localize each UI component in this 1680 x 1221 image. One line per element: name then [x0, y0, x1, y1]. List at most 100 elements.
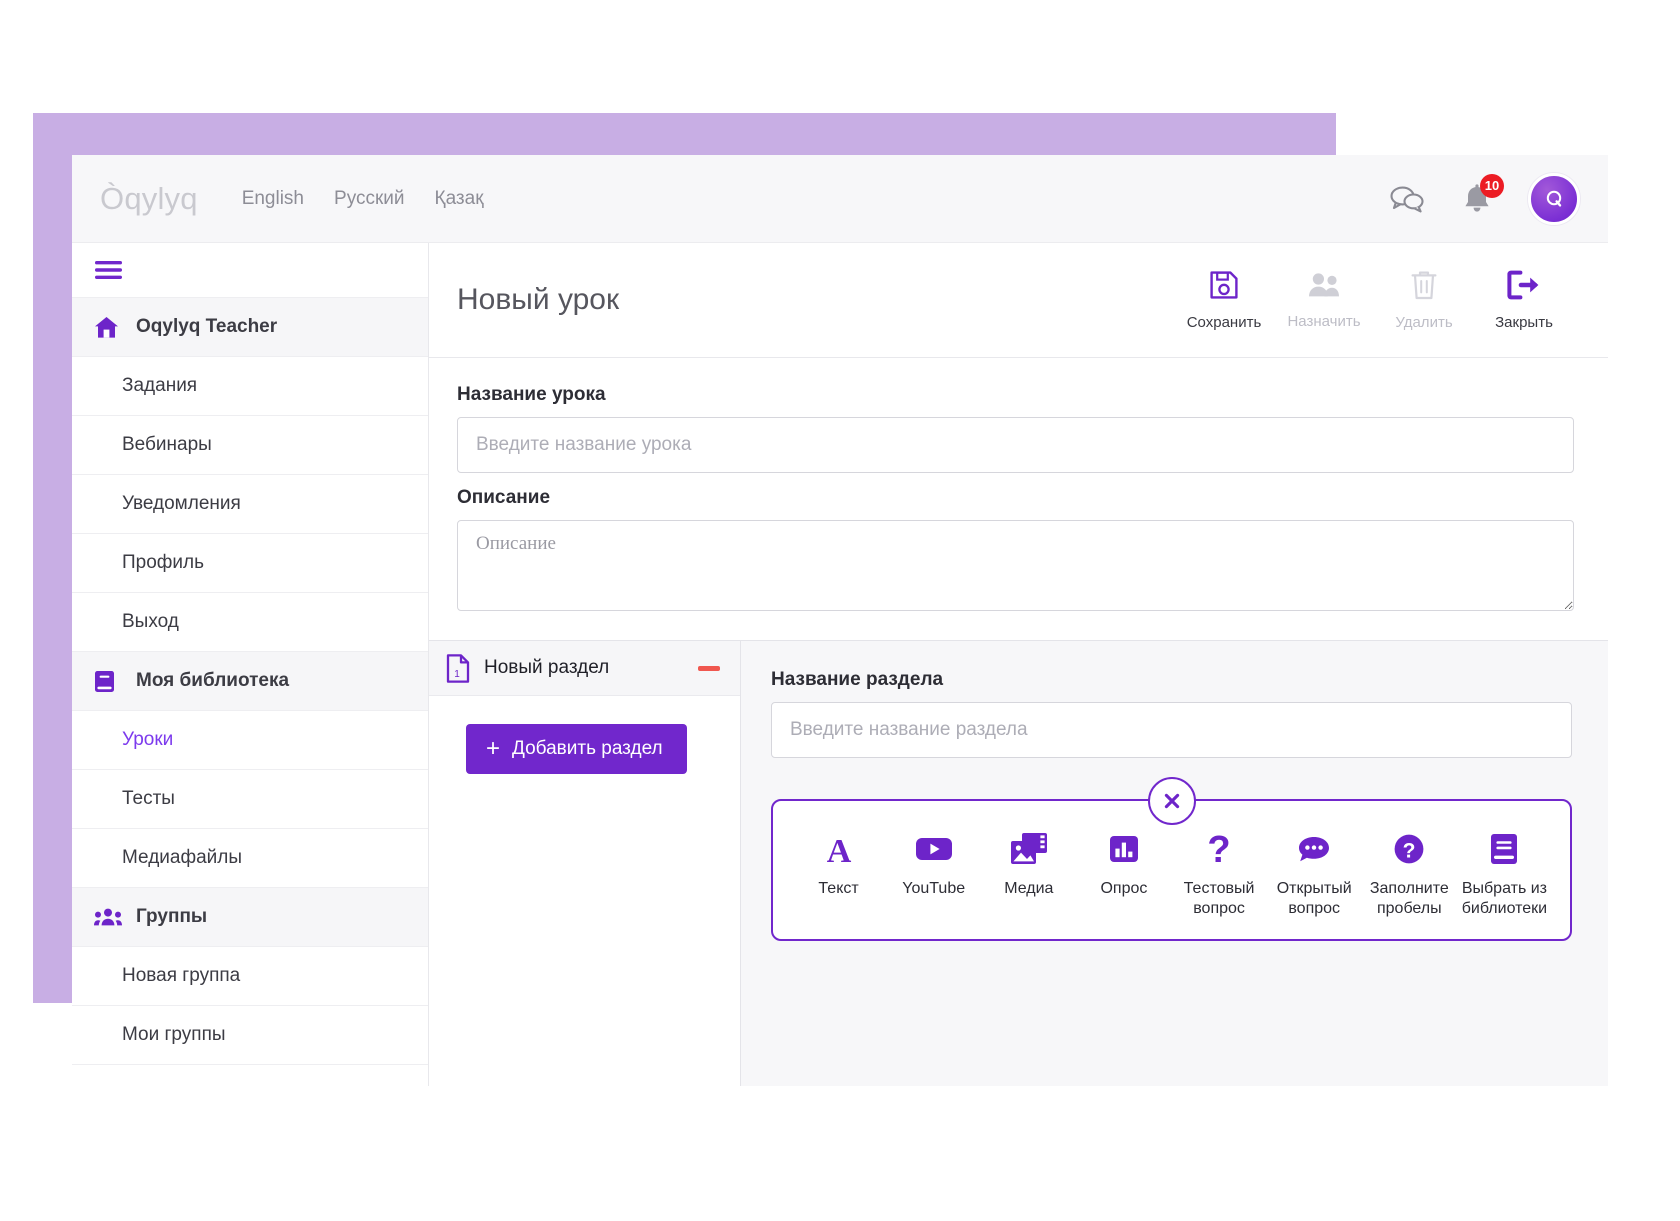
svg-text:1: 1 [454, 669, 460, 680]
add-section-button[interactable]: + Добавить раздел [466, 724, 687, 774]
sidebar-item-label: Уведомления [122, 493, 241, 514]
chat-bubbles-icon[interactable] [1384, 176, 1430, 222]
block-type-from-library[interactable]: Выбрать из библиотеки [1457, 829, 1552, 919]
brand-logo[interactable]: Òqylyq [100, 181, 198, 217]
top-navbar: Òqylyq English Русский Қазақ 10 [72, 155, 1608, 243]
sidebar-item-label: Вебинары [122, 434, 212, 455]
sidebar-item-label: Тесты [122, 788, 175, 809]
sidebar-item-uroki[interactable]: Уроки [72, 711, 428, 770]
sidebar-item-zadaniya[interactable]: Задания [72, 357, 428, 416]
sidebar-item-label: Моя библиотека [136, 670, 290, 691]
sidebar-item-gruppy[interactable]: Группы [72, 888, 428, 947]
screenshot-root: Òqylyq English Русский Қазақ 10 Oqylyq T… [0, 0, 1680, 1221]
question-mark-icon: ? [1205, 829, 1233, 869]
page-title: Новый урок [457, 283, 620, 316]
delete-button-label: Удалить [1395, 313, 1453, 331]
sidebar-item-moi-gruppy[interactable]: Мои группы [72, 1006, 428, 1065]
lesson-form: Название урока Описание [429, 358, 1608, 640]
close-button[interactable]: Закрыть [1474, 270, 1574, 331]
sidebar-item-moya-biblioteka[interactable]: Моя библиотека [72, 652, 428, 711]
sidebar-item-label: Задания [122, 375, 198, 396]
speech-bubble-dots-icon [1297, 829, 1331, 869]
lesson-title-label: Название урока [457, 384, 606, 405]
block-type-label: Опрос [1100, 880, 1148, 897]
block-type-poll[interactable]: Опрос [1076, 829, 1171, 919]
group-icon [94, 907, 124, 927]
sidebar-item-novaya-gruppa[interactable]: Новая группа [72, 947, 428, 1006]
form-gap [457, 473, 1574, 487]
section-editor: Название раздела Введите название раздел… [741, 641, 1608, 1086]
bell-icon[interactable]: 10 [1454, 173, 1504, 222]
section-list-item[interactable]: 1 Новый раздел [429, 641, 740, 696]
add-section-wrap: + Добавить раздел [429, 696, 740, 774]
sidebar-item-testy[interactable]: Тесты [72, 770, 428, 829]
sidebar-item-uvedomleniya[interactable]: Уведомления [72, 475, 428, 534]
assign-people-icon [1307, 271, 1341, 304]
close-button-label: Закрыть [1495, 313, 1553, 331]
sections-list: 1 Новый раздел + Добавить раздел [429, 641, 741, 1086]
delete-button[interactable]: Удалить [1374, 270, 1474, 331]
sidebar-item-vyhod[interactable]: Выход [72, 593, 428, 652]
block-type-label: Медиа [1004, 880, 1054, 897]
block-type-open-question[interactable]: Открытый вопрос [1267, 829, 1362, 919]
app-window: Òqylyq English Русский Қазақ 10 Oqylyq T… [72, 155, 1608, 1086]
app-body: Oqylyq Teacher Задания Вебинары Уведомле… [72, 243, 1608, 1086]
sidebar-item-label: Медиафайлы [122, 847, 243, 868]
exit-icon [1507, 270, 1541, 305]
section-name-input[interactable] [771, 702, 1572, 758]
document-1-icon: 1 [446, 653, 470, 683]
sidebar-item-mediafayly[interactable]: Медиафайлы [72, 829, 428, 888]
lesson-title-input[interactable] [457, 417, 1574, 473]
sidebar-item-label: Уроки [122, 729, 174, 750]
minus-icon[interactable] [698, 665, 720, 671]
close-x-icon [1164, 793, 1179, 809]
notification-badge: 10 [1480, 173, 1504, 198]
library-book-icon [1489, 829, 1519, 869]
svg-text:?: ? [1207, 832, 1230, 866]
assign-button[interactable]: Назначить [1274, 271, 1374, 330]
save-icon [1209, 270, 1239, 305]
sidebar-toggle-button[interactable] [72, 243, 428, 298]
description-textarea[interactable] [457, 520, 1574, 611]
lang-switch-kazakh[interactable]: Қазақ [435, 188, 484, 210]
media-image-icon [1010, 829, 1048, 869]
sidebar-item-label: Выход [122, 611, 179, 632]
lang-switch-russian[interactable]: Русский [334, 188, 405, 210]
block-type-label: Текст [818, 880, 859, 897]
sidebar-item-oqylyq-teacher[interactable]: Oqylyq Teacher [72, 298, 428, 357]
youtube-icon [915, 829, 953, 869]
sidebar-item-label: Профиль [122, 552, 205, 573]
block-type-label: Открытый вопрос [1276, 880, 1352, 917]
block-type-label: YouTube [902, 880, 966, 897]
hamburger-icon [95, 261, 122, 279]
sidebar-item-label: Группы [136, 906, 208, 927]
block-type-fill-blanks[interactable]: ? Заполните пробелы [1362, 829, 1457, 919]
text-a-icon: A [824, 829, 854, 869]
sidebar-item-vebinary[interactable]: Вебинары [72, 416, 428, 475]
block-type-text[interactable]: A Текст [791, 829, 886, 919]
block-type-media[interactable]: Медиа [981, 829, 1076, 919]
svg-text:A: A [826, 833, 851, 865]
block-type-youtube[interactable]: YouTube [886, 829, 981, 919]
question-circle-icon: ? [1393, 829, 1425, 869]
block-type-test-question[interactable]: ? Тестовый вопрос [1172, 829, 1267, 919]
book-icon [94, 670, 124, 693]
sidebar-item-label: Новая группа [122, 965, 241, 986]
sidebar-item-profil[interactable]: Профиль [72, 534, 428, 593]
block-type-label: Заполните пробелы [1369, 880, 1449, 917]
poll-bar-chart-icon [1108, 829, 1140, 869]
block-type-label: Выбрать из библиотеки [1461, 880, 1548, 917]
content-header: Новый урок Сохранить Назначить Удалить З… [429, 243, 1608, 358]
close-picker-button[interactable] [1147, 777, 1196, 825]
sections-area: 1 Новый раздел + Добавить раздел Названи… [429, 640, 1608, 1086]
save-button[interactable]: Сохранить [1174, 270, 1274, 331]
add-section-button-label: Добавить раздел [512, 738, 663, 759]
sidebar-item-label: Oqylyq Teacher [136, 316, 278, 337]
block-type-label: Тестовый вопрос [1183, 880, 1255, 917]
assign-button-label: Назначить [1287, 312, 1361, 330]
section-name-field-label: Название раздела [771, 669, 944, 690]
avatar[interactable] [1528, 172, 1580, 225]
lang-switch-english[interactable]: English [242, 188, 304, 210]
sidebar-item-label: Мои группы [122, 1024, 226, 1045]
section-name-label: Новый раздел [484, 657, 610, 678]
